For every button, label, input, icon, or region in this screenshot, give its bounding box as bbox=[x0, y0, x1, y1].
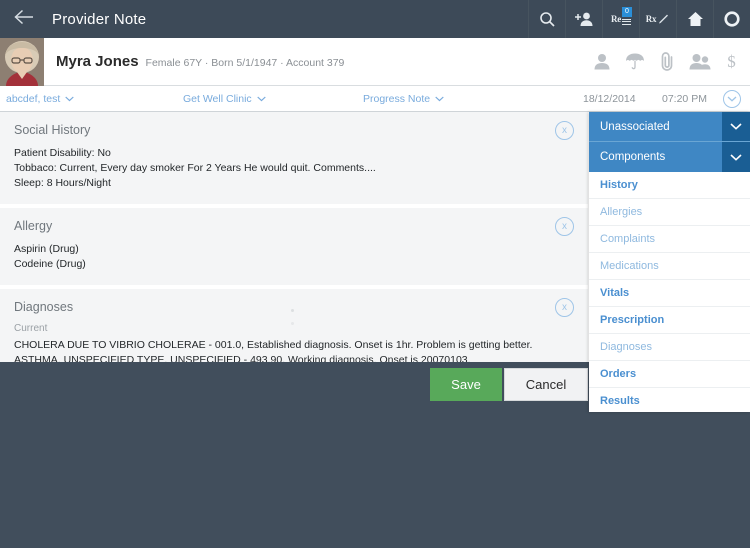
context-note-type-dropdown[interactable]: Progress Note bbox=[363, 93, 444, 105]
card-line: Codeine (Drug) bbox=[14, 258, 86, 270]
components-section-header[interactable]: Components bbox=[589, 142, 750, 172]
umbrella-icon[interactable] bbox=[625, 53, 645, 70]
card-line: Patient Disability: No bbox=[14, 147, 111, 159]
card-line: CHOLERA DUE TO VIBRIO CHOLERAE - 001.0, … bbox=[14, 339, 533, 351]
patient-demographics: Female 67Y · Born 5/1/1947 · Account 379 bbox=[145, 57, 345, 69]
note-date: 18/12/2014 bbox=[583, 92, 636, 105]
components-label: Components bbox=[600, 151, 666, 163]
results-icon[interactable]: Re 0 bbox=[602, 0, 639, 38]
context-bar: abcdef, test Get Well Clinic Progress No… bbox=[0, 86, 750, 112]
provider-note-screen: Provider Note Re 0 Rx Myra Jones Female … bbox=[0, 0, 750, 548]
component-item-complaints[interactable]: Complaints bbox=[589, 226, 750, 253]
chevron-down-icon[interactable] bbox=[722, 142, 750, 172]
card-title: Allergy bbox=[14, 219, 53, 233]
component-item-history[interactable]: History bbox=[589, 172, 750, 199]
context-clinic-dropdown[interactable]: Get Well Clinic bbox=[183, 93, 266, 105]
close-icon[interactable]: x bbox=[555, 121, 574, 140]
svg-text:$: $ bbox=[727, 52, 736, 71]
document-lines-icon bbox=[622, 16, 632, 26]
chevron-down-icon bbox=[435, 93, 444, 105]
card-line: Tobbaco: Current, Every day smoker For 2… bbox=[14, 162, 376, 174]
search-icon[interactable] bbox=[528, 0, 565, 38]
component-item-diagnoses[interactable]: Diagnoses bbox=[589, 334, 750, 361]
chevron-down-icon[interactable] bbox=[722, 112, 750, 141]
close-icon[interactable]: x bbox=[555, 217, 574, 236]
app-bar: Provider Note Re 0 Rx bbox=[0, 0, 750, 38]
unassociated-label: Unassociated bbox=[600, 120, 670, 133]
component-item-allergies[interactable]: Allergies bbox=[589, 199, 750, 226]
arrow-left-icon bbox=[14, 9, 34, 30]
patient-identity: Myra Jones Female 67Y · Born 5/1/1947 · … bbox=[44, 53, 593, 70]
context-provider-dropdown[interactable]: abcdef, test bbox=[6, 92, 75, 105]
avatar[interactable] bbox=[0, 37, 44, 86]
cancel-button[interactable]: Cancel bbox=[504, 368, 588, 401]
component-item-prescription[interactable]: Prescription bbox=[589, 307, 750, 334]
dollar-icon[interactable]: $ bbox=[725, 52, 738, 71]
page-title: Provider Note bbox=[52, 10, 147, 28]
people-icon[interactable] bbox=[689, 53, 711, 70]
prescription-icon-label: Rx bbox=[645, 14, 657, 24]
card-title: Social History bbox=[14, 123, 91, 137]
note-time: 07:20 PM bbox=[662, 92, 707, 105]
note-card-social-history: Social History Patient Disability: No To… bbox=[0, 112, 588, 204]
back-button[interactable] bbox=[0, 0, 48, 38]
pencil-icon bbox=[658, 13, 670, 25]
patient-action-icons: $ bbox=[593, 52, 750, 71]
card-title: Diagnoses bbox=[14, 300, 74, 314]
add-patient-icon[interactable] bbox=[565, 0, 602, 38]
close-icon[interactable]: x bbox=[555, 298, 574, 317]
components-panel: Unassociated Components History Allergie… bbox=[589, 112, 750, 412]
decorative-dot bbox=[291, 309, 294, 312]
patient-name: Myra Jones bbox=[56, 53, 139, 70]
expand-context-button[interactable] bbox=[723, 90, 741, 108]
chevron-down-icon bbox=[256, 93, 266, 105]
card-line: ASTHMA, UNSPECIFIED TYPE, UNSPECIFIED - … bbox=[14, 354, 471, 362]
results-icon-label: Re bbox=[610, 14, 622, 24]
chevron-down-icon bbox=[727, 93, 737, 105]
component-item-vitals[interactable]: Vitals bbox=[589, 280, 750, 307]
chevron-down-icon bbox=[65, 93, 75, 105]
decorative-dot bbox=[291, 322, 294, 325]
settings-icon[interactable] bbox=[713, 0, 750, 38]
home-icon[interactable] bbox=[676, 0, 713, 38]
patient-header-bar: Myra Jones Female 67Y · Born 5/1/1947 · … bbox=[0, 37, 750, 86]
context-provider-label: abcdef, test bbox=[6, 92, 61, 105]
context-clinic-label: Get Well Clinic bbox=[183, 92, 252, 105]
component-item-results[interactable]: Results bbox=[589, 388, 750, 412]
prescription-icon[interactable]: Rx bbox=[639, 0, 676, 38]
results-badge: 0 bbox=[622, 7, 632, 17]
unassociated-section-header[interactable]: Unassociated bbox=[589, 112, 750, 142]
save-button[interactable]: Save bbox=[430, 368, 502, 401]
component-item-orders[interactable]: Orders bbox=[589, 361, 750, 388]
person-icon[interactable] bbox=[593, 53, 611, 70]
paperclip-icon[interactable] bbox=[659, 52, 675, 71]
card-line: Aspirin (Drug) bbox=[14, 243, 79, 255]
component-item-medications[interactable]: Medications bbox=[589, 253, 750, 280]
context-note-type-label: Progress Note bbox=[363, 92, 431, 105]
note-card-allergy: Allergy Aspirin (Drug) Codeine (Drug) x bbox=[0, 208, 588, 285]
note-card-diagnoses: Diagnoses Current CHOLERA DUE TO VIBRIO … bbox=[0, 289, 588, 362]
card-subtitle: Current bbox=[14, 323, 48, 334]
app-bar-actions: Re 0 Rx bbox=[528, 0, 750, 38]
card-line: Sleep: 8 Hours/Night bbox=[14, 177, 111, 189]
